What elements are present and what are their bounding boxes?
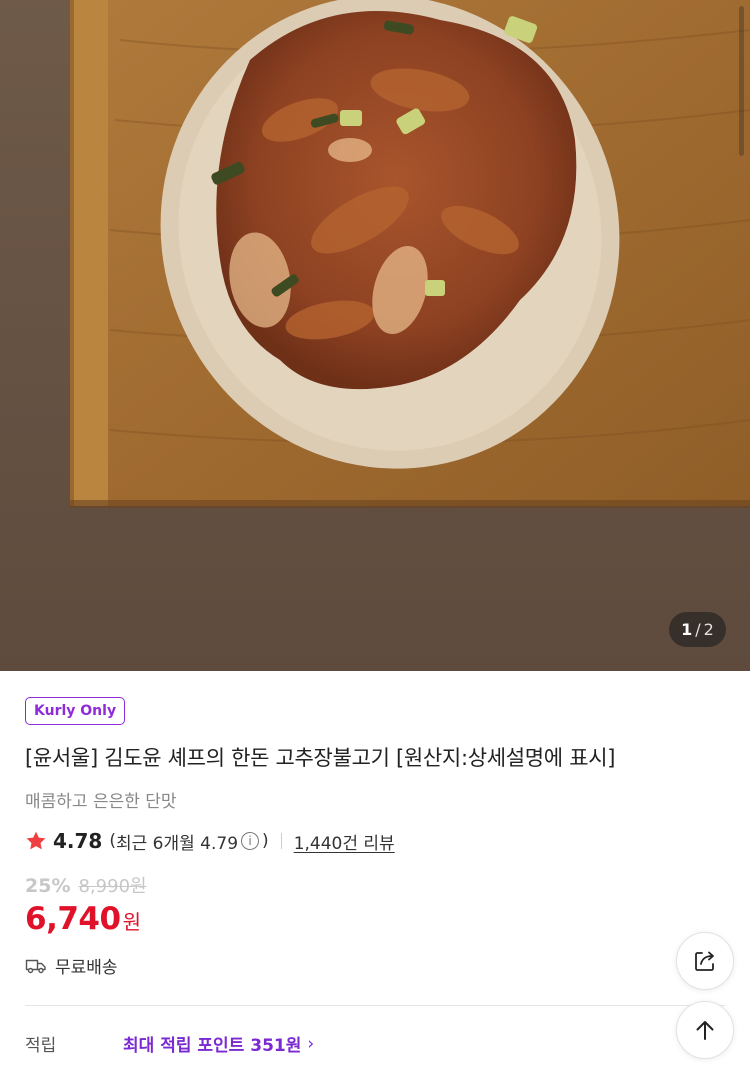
image-counter-total: 2 (703, 620, 714, 639)
sale-price: 6,740 (25, 901, 121, 937)
product-title: [윤서울] 김도윤 셰프의 한돈 고추장불고기 [원산지:상세설명에 표시] (25, 746, 616, 770)
image-counter-current: 1 (681, 620, 693, 639)
rating-divider (280, 833, 282, 849)
review-count-link[interactable]: 1,440건 리뷰 (294, 829, 395, 854)
arrow-up-icon (696, 1021, 714, 1040)
share-icon (695, 951, 714, 971)
share-button[interactable] (676, 932, 734, 990)
recent-rating-text: 최근 6개월 4.79 (116, 833, 239, 854)
rating-row: 4.78 ( 최근 6개월 4.79 i ) 1,440건 리뷰 (25, 826, 395, 856)
product-subtitle: 매콤하고 은은한 단맛 (25, 792, 177, 812)
chevron-right-icon[interactable]: › (307, 1034, 314, 1054)
info-icon[interactable]: i (241, 832, 260, 850)
max-points-link[interactable]: 최대 적립 포인트 351원 (123, 1031, 301, 1056)
image-counter-separator: / (695, 620, 701, 639)
image-counter: 1 / 2 (669, 612, 726, 647)
recent-rating-close: ) (262, 831, 269, 851)
rating-value: 4.78 (53, 829, 103, 853)
points-label: 적립 (25, 1036, 57, 1056)
truck-icon (25, 959, 46, 973)
recent-rating-open: ( (109, 831, 116, 851)
star-icon (26, 831, 46, 850)
price-currency: 원 (122, 910, 141, 934)
shipping-row: 무료배송 (25, 953, 118, 978)
product-image[interactable]: 1 / 2 (0, 0, 750, 671)
product-photo (0, 0, 750, 671)
scrollbar-thumb[interactable] (739, 6, 744, 156)
original-price: 8,990원 (78, 876, 147, 897)
points-row: 적립 최대 적립 포인트 351원 › (25, 1031, 725, 1057)
discount-rate: 25% (25, 875, 71, 897)
discount-row: 25% 8,990원 (25, 872, 147, 898)
shipping-text: 무료배송 (55, 958, 118, 978)
scroll-to-top-button[interactable] (676, 1001, 734, 1059)
kurly-only-badge: Kurly Only (25, 697, 126, 725)
price-row: 6,740 원 (25, 901, 141, 937)
section-divider (25, 1005, 725, 1006)
